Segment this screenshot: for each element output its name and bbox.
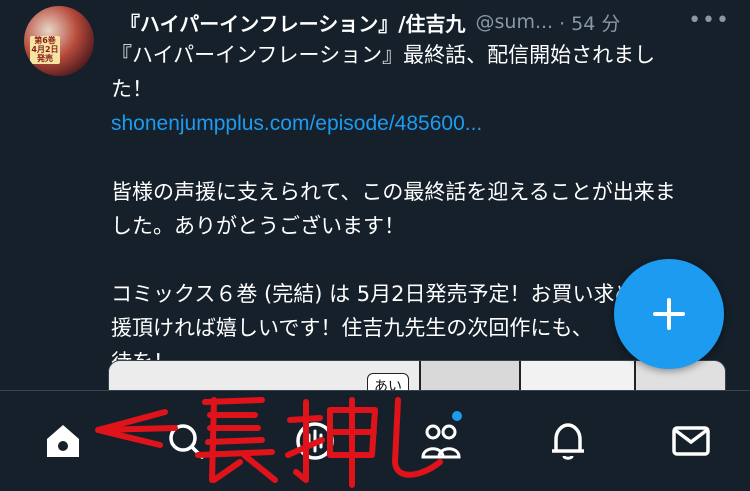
tab-home[interactable] <box>40 418 86 464</box>
notification-dot <box>452 411 462 421</box>
more-icon[interactable]: ••• <box>688 8 730 33</box>
bottom-tab-bar <box>0 390 750 491</box>
mail-icon <box>672 426 710 456</box>
communities-icon <box>421 424 461 459</box>
tab-messages[interactable] <box>668 418 714 464</box>
search-icon <box>169 424 204 459</box>
avatar[interactable]: 第6巻 4月2日発売 <box>24 6 94 76</box>
author-handle[interactable]: @sum... <box>476 11 554 33</box>
tab-search[interactable] <box>163 418 209 464</box>
avatar-badge: 第6巻 4月2日発売 <box>30 36 60 64</box>
tweet-time[interactable]: · 54 分 <box>559 9 620 36</box>
compose-button[interactable] <box>614 259 724 369</box>
tab-notifications[interactable] <box>545 418 591 464</box>
tweet-header: 『ハイパーインフレーション』/住吉九 @sum... · 54 分 ••• <box>120 8 730 36</box>
home-icon <box>47 425 79 457</box>
plus-icon <box>653 298 685 330</box>
tweet-text-line: 『ハイパーインフレーション』最終話、配信開始されまし <box>111 43 656 67</box>
spaces-icon <box>296 422 334 460</box>
bell-icon <box>552 423 584 460</box>
tweet-link[interactable]: shonenjumpplus.com/episode/485600... <box>111 112 482 135</box>
tweet-text-line: た！ <box>111 77 153 101</box>
tab-communities[interactable] <box>418 418 464 464</box>
tweet-text-line: した。ありがとうございます！ <box>111 214 405 238</box>
author-name[interactable]: 『ハイパーインフレーション』/住吉九 <box>120 8 466 37</box>
tweet-text-line: 皆様の声援に支えられて、この最終話を迎えることが出来ま <box>111 180 676 204</box>
tab-spaces[interactable] <box>292 418 338 464</box>
